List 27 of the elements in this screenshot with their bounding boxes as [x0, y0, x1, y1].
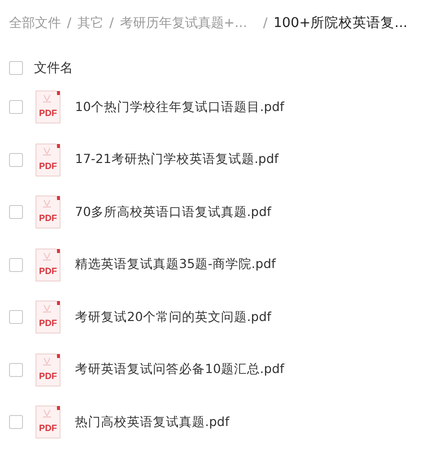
row-checkbox[interactable] [9, 152, 23, 167]
file-name[interactable]: 精选英语复试真题35题-商学院.pdf [75, 256, 276, 274]
row-checkbox[interactable] [9, 205, 23, 220]
pdf-file-icon: PDF [35, 90, 61, 124]
pdf-file-icon: PDF [35, 300, 61, 334]
row-checkbox[interactable] [9, 362, 23, 377]
file-name[interactable]: 10个热门学校往年复试口语题目.pdf [75, 98, 284, 116]
pdf-file-icon: PDF [35, 352, 61, 387]
pdf-file-icon: PDF [35, 195, 61, 230]
file-name[interactable]: 17-21考研热门学校英语复试题.pdf [75, 151, 279, 168]
pdf-file-icon: PDF [35, 248, 61, 282]
breadcrumb-item[interactable]: 100+所院校英语复... [273, 14, 408, 32]
breadcrumb-separator: / [67, 16, 72, 30]
row-checkbox[interactable] [9, 415, 23, 430]
breadcrumb-separator: / [263, 16, 268, 30]
row-checkbox[interactable] [9, 310, 23, 324]
pdf-file-icon: PDF [35, 405, 61, 440]
file-name[interactable]: 70多所高校英语口语复试真题.pdf [75, 204, 272, 221]
row-checkbox[interactable] [9, 100, 23, 114]
row-checkbox[interactable] [9, 258, 23, 272]
breadcrumb-separator: / [109, 16, 114, 30]
pdf-file-icon: PDF [35, 142, 61, 177]
file-name[interactable]: 考研复试20个常问的英文问题.pdf [75, 308, 272, 326]
file-name[interactable]: 热门高校英语复试真题.pdf [75, 414, 230, 431]
column-header: 文件名 [34, 60, 73, 77]
select-all-checkbox[interactable] [9, 61, 23, 75]
file-name[interactable]: 考研英语复试问答必备10题汇总.pdf [75, 361, 284, 378]
